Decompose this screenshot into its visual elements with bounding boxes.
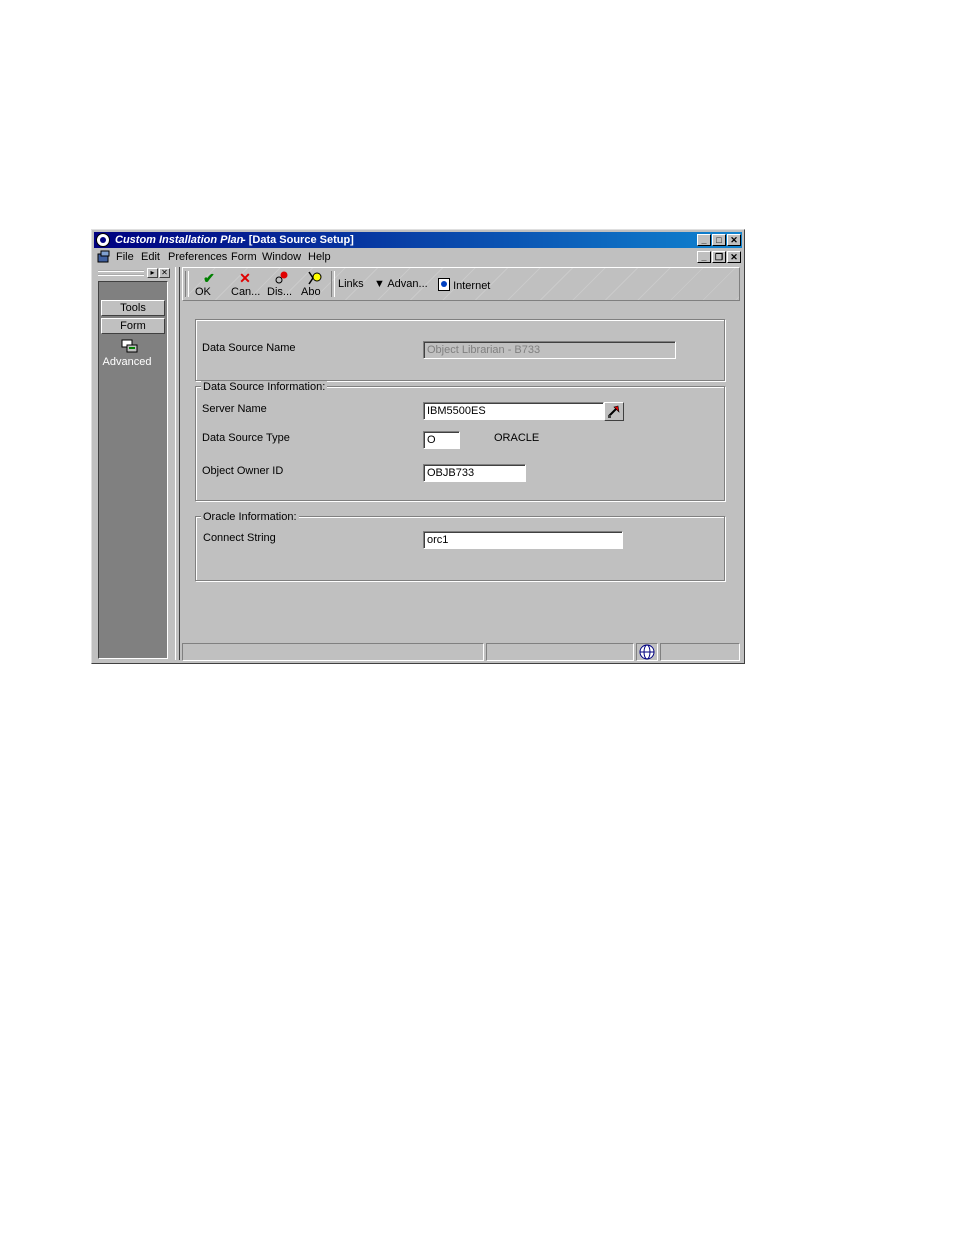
child-minimize-icon[interactable]: _: [697, 251, 711, 263]
menu-window[interactable]: Window: [262, 249, 301, 265]
server-name-label: Server Name: [202, 403, 267, 415]
maximize-icon[interactable]: □: [712, 234, 726, 246]
status-cell-secondary: [486, 643, 634, 661]
splitter[interactable]: [175, 267, 180, 660]
toolbar-separator: [331, 271, 335, 297]
data-source-type-description: ORACLE: [494, 432, 540, 444]
application-window: Custom Installation Plan - [Data Source …: [91, 229, 745, 664]
sidebar-tab-tools[interactable]: Tools: [101, 300, 165, 316]
status-cell-end: [660, 643, 740, 661]
triangle-down-icon: ▼: [374, 278, 385, 290]
connect-string-input[interactable]: orc1: [423, 531, 623, 549]
sidebar: ▸ ✕ Tools Form Advanced: [94, 267, 172, 660]
object-owner-id-label: Object Owner ID: [202, 465, 284, 477]
group-data-source-information-title: Data Source Information:: [201, 381, 328, 393]
group-oracle-information-title: Oracle Information:: [201, 511, 299, 523]
sidebar-close-icon[interactable]: ✕: [159, 268, 170, 278]
advanced-dropdown[interactable]: ▼ Advan...: [374, 278, 428, 290]
advanced-dropdown-label: Advan...: [387, 278, 428, 290]
internet-label: Internet: [453, 280, 491, 292]
data-source-name-label: Data Source Name: [202, 342, 296, 354]
internet-icon: [438, 278, 450, 291]
child-restore-icon[interactable]: ❐: [712, 251, 726, 263]
app-icon[interactable]: [96, 233, 110, 247]
data-source-name-field: Object Librarian - B733: [423, 341, 676, 359]
server-name-input[interactable]: IBM5500ES: [423, 402, 604, 420]
sidebar-grip[interactable]: [98, 270, 144, 276]
window-title-app: Custom Installation Plan: [115, 234, 244, 246]
status-cell-main: [182, 643, 484, 661]
data-source-type-label: Data Source Type: [202, 432, 290, 444]
form-content: Data Source Name Object Librarian - B733…: [182, 303, 740, 641]
menu-form[interactable]: Form: [231, 249, 257, 265]
menu-file[interactable]: File: [116, 249, 134, 265]
minimize-icon[interactable]: _: [697, 234, 711, 246]
menu-bar: File Edit Preferences Form Window Help _…: [94, 249, 742, 265]
ok-label: OK: [195, 286, 211, 298]
about-label: Abo: [301, 286, 321, 298]
menu-preferences[interactable]: Preferences: [168, 249, 227, 265]
status-cell-globe: [636, 643, 658, 661]
cancel-label: Can...: [231, 286, 261, 298]
sidebar-panel: Tools Form Advanced: [98, 281, 168, 659]
display-icon: [267, 270, 295, 286]
title-bar[interactable]: Custom Installation Plan - [Data Source …: [94, 232, 742, 248]
check-icon: ✔: [203, 270, 215, 286]
close-icon[interactable]: ✕: [727, 234, 741, 246]
cancel-x-icon: ✕: [239, 270, 251, 286]
child-close-icon[interactable]: ✕: [727, 251, 741, 263]
sidebar-tab-form[interactable]: Form: [101, 318, 165, 334]
cancel-button[interactable]: ✕ Can...: [231, 270, 261, 300]
links-menu[interactable]: Links: [338, 278, 364, 290]
status-bar: [182, 643, 740, 661]
toolbar-separator: [185, 271, 189, 297]
about-button[interactable]: Abo: [301, 270, 329, 300]
globe-icon: [639, 644, 655, 660]
sidebar-pin-icon[interactable]: ▸: [147, 268, 158, 278]
visual-assist-button[interactable]: [604, 402, 624, 421]
toolbar: ✔ OK ✕ Can... Dis... Abo Links ▼ Advan..…: [182, 267, 740, 301]
object-owner-id-input[interactable]: OBJB733: [423, 464, 526, 482]
about-icon: [301, 270, 329, 286]
menu-help[interactable]: Help: [308, 249, 331, 265]
window-title-form: - [Data Source Setup]: [242, 234, 354, 246]
display-label: Dis...: [267, 286, 293, 298]
child-window-icon[interactable]: [97, 250, 111, 263]
menu-edit[interactable]: Edit: [141, 249, 160, 265]
display-button[interactable]: Dis...: [267, 270, 295, 300]
sidebar-advanced-label[interactable]: Advanced: [99, 356, 155, 368]
ok-button[interactable]: ✔ OK: [195, 270, 223, 300]
flashlight-icon: [608, 405, 620, 418]
internet-button[interactable]: Internet: [438, 278, 490, 292]
data-source-type-input[interactable]: O: [423, 431, 460, 449]
advanced-icon[interactable]: [121, 338, 139, 354]
connect-string-label: Connect String: [203, 532, 276, 544]
